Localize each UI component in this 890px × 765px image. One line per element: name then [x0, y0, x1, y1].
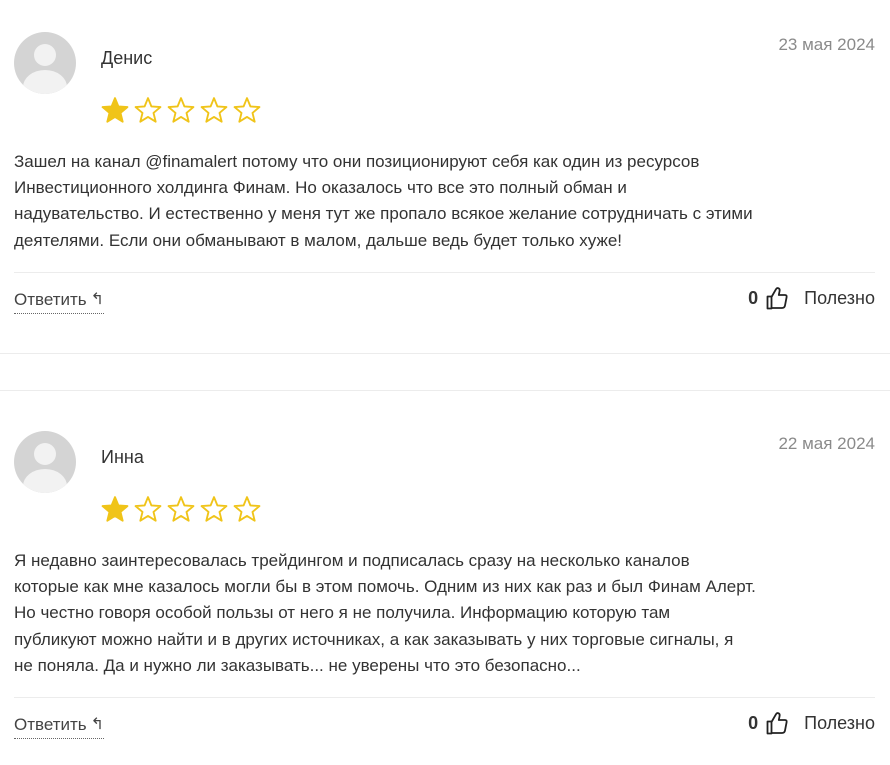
review-author: Денис: [101, 48, 153, 68]
star-filled-icon: [100, 495, 130, 523]
review-footer-divider: [14, 697, 875, 698]
review-text-line: Но честно говоря особой пользы от него я…: [14, 603, 671, 623]
star-empty-icon: [199, 495, 229, 523]
useful-block: 0 Полезно: [748, 711, 875, 735]
section-divider: [0, 390, 890, 391]
review-date: 23 мая 2024: [778, 35, 875, 54]
review-text-line: Инвестиционного холдинга Финам. Но оказа…: [14, 178, 627, 198]
user-avatar-icon: [14, 32, 76, 94]
reply-label: Ответить: [14, 290, 87, 309]
star-empty-icon: [199, 96, 229, 124]
star-empty-icon: [166, 96, 196, 124]
useful-label: Полезно: [804, 712, 875, 733]
section-divider: [0, 353, 890, 354]
useful-label: Полезно: [804, 287, 875, 308]
reply-label: Ответить: [14, 715, 87, 734]
star-empty-icon: [232, 495, 262, 523]
star-empty-icon: [133, 96, 163, 124]
review-text: Зашел на канал @finamalert потому что он…: [14, 149, 875, 254]
useful-count: 0: [748, 287, 759, 308]
useful-count: 0: [748, 712, 759, 733]
reply-arrow-icon: ↰: [90, 716, 105, 733]
star-rating: [100, 495, 262, 523]
useful-block: 0 Полезно: [748, 286, 875, 310]
review-footer-divider: [14, 272, 875, 273]
review-text-line: которые как мне казалось могли бы в этом…: [14, 577, 756, 597]
review-text-line: деятелями. Если они обманывают в малом, …: [14, 230, 623, 250]
star-empty-icon: [166, 495, 196, 523]
thumbs-up-icon[interactable]: [766, 286, 788, 310]
reply-arrow-icon: ↰: [90, 291, 105, 308]
star-filled-icon: [100, 96, 130, 124]
reply-button[interactable]: Ответить ↰: [14, 290, 105, 314]
thumbs-up-icon[interactable]: [766, 711, 788, 735]
review-text: Я недавно заинтересовалась трейдингом и …: [14, 548, 875, 679]
user-avatar-icon: [14, 431, 76, 493]
review-text-line: надувательство. И естественно у меня тут…: [14, 204, 753, 224]
review-date: 22 мая 2024: [778, 434, 875, 453]
review-text-line: не поняла. Да и нужно ли заказывать... н…: [14, 655, 581, 675]
review-text-line: публикуют можно найти и в других источни…: [14, 629, 734, 649]
review-text-line: Зашел на канал @finamalert потому что он…: [14, 152, 700, 171]
star-empty-icon: [133, 495, 163, 523]
star-empty-icon: [232, 96, 262, 124]
reply-button[interactable]: Ответить ↰: [14, 715, 105, 739]
star-rating: [100, 96, 262, 124]
review-author: Инна: [101, 447, 144, 467]
review-text-line: Я недавно заинтересовалась трейдингом и …: [14, 551, 690, 570]
